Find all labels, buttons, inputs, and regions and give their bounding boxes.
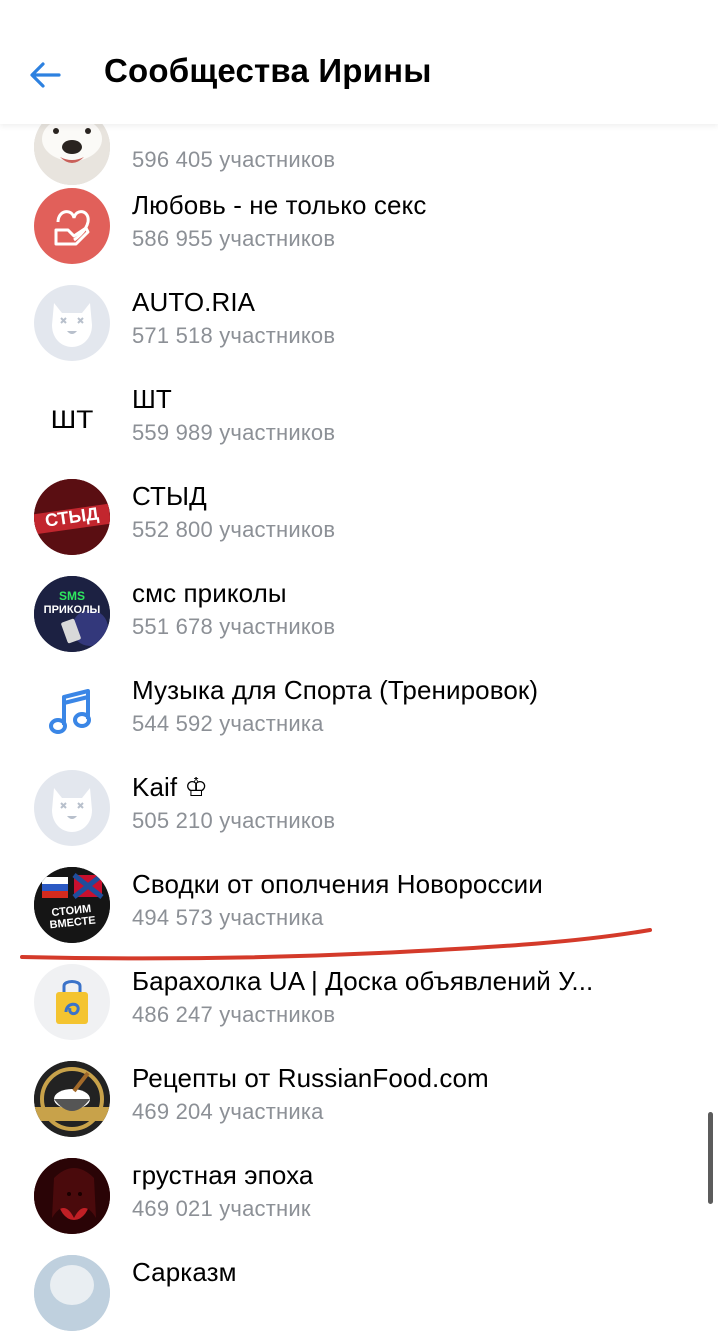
community-name: Сарказм bbox=[132, 1257, 237, 1287]
community-name: смс приколы bbox=[132, 578, 287, 608]
member-count: 544 592 участника bbox=[132, 711, 324, 736]
community-item[interactable]: SMS ПРИКОЛЫ смс приколы 551 678 участник… bbox=[0, 564, 718, 661]
community-item[interactable]: Музыка для Спорта (Тренировок) 544 592 у… bbox=[0, 661, 718, 758]
community-name: Сводки от ополчения Новороссии bbox=[132, 869, 543, 899]
community-item[interactable]: ШТ ШТ 559 989 участников bbox=[0, 370, 718, 467]
shopping-bag-icon bbox=[34, 964, 110, 1040]
portrait-avatar bbox=[34, 1255, 110, 1331]
community-name: грустная эпоха bbox=[132, 1160, 314, 1190]
member-count: 494 573 участника bbox=[132, 905, 324, 930]
member-count: 551 678 участников bbox=[132, 614, 336, 639]
music-note-icon bbox=[34, 673, 110, 749]
flags-avatar: СТОИМ ВМЕСТЕ bbox=[34, 867, 110, 943]
community-item[interactable]: AUTO.RIA 571 518 участников bbox=[0, 273, 718, 370]
community-item[interactable]: Рецепты от RussianFood.com 469 204 участ… bbox=[0, 1049, 718, 1146]
member-count: 586 955 участников bbox=[132, 226, 336, 251]
scrollbar[interactable] bbox=[708, 1112, 713, 1204]
community-name: Музыка для Спорта (Тренировок) bbox=[132, 675, 539, 705]
sms-avatar: SMS ПРИКОЛЫ bbox=[34, 576, 110, 652]
communities-list: 596 405 участников Любовь - не только се… bbox=[0, 0, 718, 1331]
community-item[interactable]: Барахолка UA | Доска объявлений У... 486… bbox=[0, 952, 718, 1049]
community-item[interactable]: СТОИМ ВМЕСТЕ Сводки от ополчения Новорос… bbox=[0, 855, 718, 952]
community-name: Барахолка UA | Доска объявлений У... bbox=[132, 966, 594, 996]
member-count: 469 021 участник bbox=[132, 1196, 311, 1221]
red-portrait-avatar bbox=[34, 1158, 110, 1234]
community-name: Kaif ♔ bbox=[132, 772, 208, 802]
community-item[interactable]: Kaif ♔ 505 210 участников bbox=[0, 758, 718, 855]
member-count: 571 518 участников bbox=[132, 323, 336, 348]
member-count: 596 405 участников bbox=[132, 147, 336, 172]
community-name: Любовь - не только секс bbox=[132, 190, 427, 220]
sms-logo-text: ПРИКОЛЫ bbox=[43, 604, 101, 616]
sht-logo: ШТ bbox=[34, 382, 110, 458]
community-item[interactable]: Сарказм bbox=[0, 1243, 718, 1340]
community-item[interactable]: Любовь - не только секс 586 955 участник… bbox=[0, 176, 718, 273]
member-count: 486 247 участников bbox=[132, 1002, 336, 1027]
community-name: ШТ bbox=[132, 384, 172, 414]
community-item[interactable]: грустная эпоха 469 021 участник bbox=[0, 1146, 718, 1243]
back-button[interactable] bbox=[20, 50, 70, 100]
member-count: 469 204 участника bbox=[132, 1099, 324, 1124]
member-count: 505 210 участников bbox=[132, 808, 336, 833]
community-name: Рецепты от RussianFood.com bbox=[132, 1063, 489, 1093]
member-count: 552 800 участников bbox=[132, 517, 336, 542]
default-dog-avatar bbox=[34, 770, 110, 846]
sht-logo-text: ШТ bbox=[50, 405, 94, 434]
community-item[interactable]: СТЫД СТЫД 552 800 участников bbox=[0, 467, 718, 564]
svg-text:SMS: SMS bbox=[59, 589, 85, 603]
default-dog-avatar bbox=[34, 285, 110, 361]
community-name: AUTO.RIA bbox=[132, 287, 256, 317]
arrow-left-icon bbox=[30, 62, 61, 88]
page-title: Сообщества Ирины bbox=[104, 52, 432, 89]
styd-avatar: СТЫД bbox=[34, 479, 110, 555]
cooking-pot-avatar bbox=[34, 1061, 110, 1137]
top-app-bar: Сообщества Ирины bbox=[0, 0, 718, 124]
member-count: 559 989 участников bbox=[132, 420, 336, 445]
community-name: СТЫД bbox=[132, 481, 207, 511]
heart-hand-avatar bbox=[34, 188, 110, 264]
